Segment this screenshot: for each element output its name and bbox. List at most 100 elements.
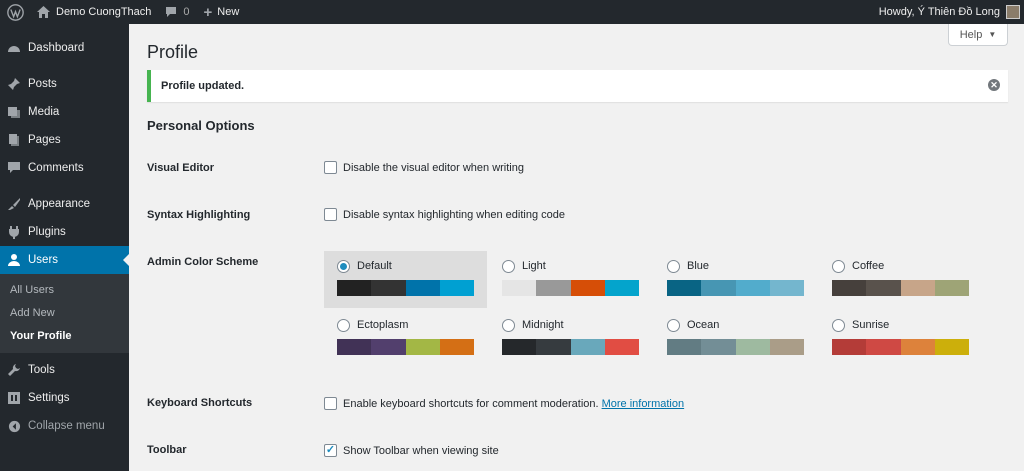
caret-down-icon: ▼	[988, 30, 997, 39]
color-swatch-strip	[502, 280, 639, 296]
menu-comments[interactable]: Comments	[0, 154, 129, 182]
collapse-menu-button[interactable]: Collapse menu	[0, 412, 129, 440]
syntax-highlighting-text: Disable syntax highlighting when editing…	[343, 208, 565, 221]
wrench-icon	[0, 363, 28, 377]
color-swatch	[405, 339, 440, 355]
collapse-arrow-icon	[0, 420, 28, 433]
color-scheme-option[interactable]: Sunrise	[819, 310, 982, 367]
color-swatch	[439, 280, 474, 296]
color-swatch	[502, 280, 537, 296]
menu-label: Appearance	[28, 198, 91, 210]
color-scheme-header: Ocean	[667, 317, 804, 333]
color-swatch	[866, 280, 901, 296]
plugin-icon	[0, 225, 28, 239]
color-scheme-header: Midnight	[502, 317, 639, 333]
color-scheme-name: Sunrise	[852, 319, 890, 331]
color-scheme-radio[interactable]	[667, 259, 680, 273]
avatar	[1006, 5, 1020, 19]
users-submenu: All Users Add New Your Profile	[0, 274, 129, 353]
menu-label: Posts	[28, 78, 57, 90]
visual-editor-checkbox[interactable]	[324, 161, 337, 174]
menu-media[interactable]: Media	[0, 98, 129, 126]
submenu-your-profile[interactable]: Your Profile	[0, 324, 129, 347]
menu-pages[interactable]: Pages	[0, 126, 129, 154]
color-swatch	[735, 280, 770, 296]
color-swatch	[337, 339, 372, 355]
site-name-link[interactable]: Demo CuongThach	[30, 0, 158, 24]
new-content-link[interactable]: + New	[197, 0, 247, 24]
help-button[interactable]: Help ▼	[948, 24, 1008, 46]
menu-users[interactable]: Users	[0, 246, 129, 274]
color-swatch	[570, 280, 605, 296]
color-scheme-radio[interactable]	[667, 318, 680, 332]
menu-tools[interactable]: Tools	[0, 356, 129, 384]
color-swatch	[866, 339, 901, 355]
color-swatch	[405, 280, 440, 296]
keyboard-shortcuts-field: Enable keyboard shortcuts for comment mo…	[324, 397, 684, 410]
success-notice: Profile updated. ✕	[147, 70, 1008, 102]
toolbar-checkbox[interactable]	[324, 444, 337, 457]
color-scheme-radio[interactable]	[337, 318, 350, 332]
color-swatch-strip	[667, 339, 804, 355]
color-scheme-option[interactable]: Coffee	[819, 251, 982, 308]
color-scheme-option[interactable]: Midnight	[489, 310, 652, 367]
user-icon	[0, 253, 28, 267]
pin-icon	[0, 77, 28, 91]
settings-icon	[0, 391, 28, 405]
menu-posts[interactable]: Posts	[0, 70, 129, 98]
dismiss-icon[interactable]: ✕	[988, 79, 1000, 91]
admin-sidebar: Dashboard Posts Media Pages Comments App…	[0, 24, 129, 471]
color-scheme-radio[interactable]	[832, 318, 845, 332]
submenu-all-users[interactable]: All Users	[0, 278, 129, 301]
color-swatch	[900, 339, 935, 355]
my-account-link[interactable]: Howdy, Ý Thiên Đồ Long	[872, 0, 1024, 24]
page-title: Profile	[147, 42, 199, 62]
syntax-highlighting-label: Syntax Highlighting	[147, 209, 251, 221]
color-scheme-option[interactable]: Light	[489, 251, 652, 308]
toolbar-field: Show Toolbar when viewing site	[324, 444, 499, 457]
color-swatch	[502, 339, 537, 355]
home-icon	[37, 6, 50, 18]
menu-dashboard[interactable]: Dashboard	[0, 34, 129, 62]
menu-appearance[interactable]: Appearance	[0, 190, 129, 218]
pages-icon	[0, 133, 28, 147]
menu-plugins[interactable]: Plugins	[0, 218, 129, 246]
comments-link[interactable]: 0	[158, 0, 196, 24]
color-swatch	[934, 339, 969, 355]
color-scheme-option[interactable]: Ectoplasm	[324, 310, 487, 367]
color-swatch	[934, 280, 969, 296]
visual-editor-field: Disable the visual editor when writing	[324, 161, 524, 174]
color-swatch-strip	[832, 339, 969, 355]
color-swatch	[735, 339, 770, 355]
menu-label: Users	[28, 254, 59, 266]
color-scheme-option[interactable]: Ocean	[654, 310, 817, 367]
menu-settings[interactable]: Settings	[0, 384, 129, 412]
section-title: Personal Options	[147, 118, 255, 133]
color-swatch-strip	[337, 280, 474, 296]
color-swatch	[900, 280, 935, 296]
menu-label: Tools	[28, 364, 55, 376]
menu-label: Pages	[28, 134, 61, 146]
syntax-highlighting-checkbox[interactable]	[324, 208, 337, 221]
color-scheme-header: Light	[502, 258, 639, 274]
menu-label: Plugins	[28, 226, 66, 238]
site-name: Demo CuongThach	[56, 6, 152, 18]
color-swatch-strip	[832, 280, 969, 296]
color-scheme-radio[interactable]	[337, 259, 350, 273]
color-scheme-radio[interactable]	[502, 259, 515, 273]
more-information-link[interactable]: More information	[602, 398, 685, 410]
color-scheme-radio[interactable]	[832, 259, 845, 273]
color-scheme-name: Light	[522, 260, 546, 272]
color-scheme-name: Midnight	[522, 319, 564, 331]
color-scheme-option[interactable]: Blue	[654, 251, 817, 308]
color-swatch	[371, 280, 406, 296]
main-content: Help ▼ Profile Profile updated. ✕ Person…	[129, 24, 1024, 471]
color-swatch-strip	[337, 339, 474, 355]
color-scheme-radio[interactable]	[502, 318, 515, 332]
wordpress-logo-icon[interactable]	[0, 0, 30, 24]
submenu-add-new[interactable]: Add New	[0, 301, 129, 324]
comment-count: 0	[183, 6, 190, 18]
visual-editor-text: Disable the visual editor when writing	[343, 161, 524, 174]
color-scheme-option[interactable]: Default	[324, 251, 487, 308]
keyboard-shortcuts-checkbox[interactable]	[324, 397, 337, 410]
